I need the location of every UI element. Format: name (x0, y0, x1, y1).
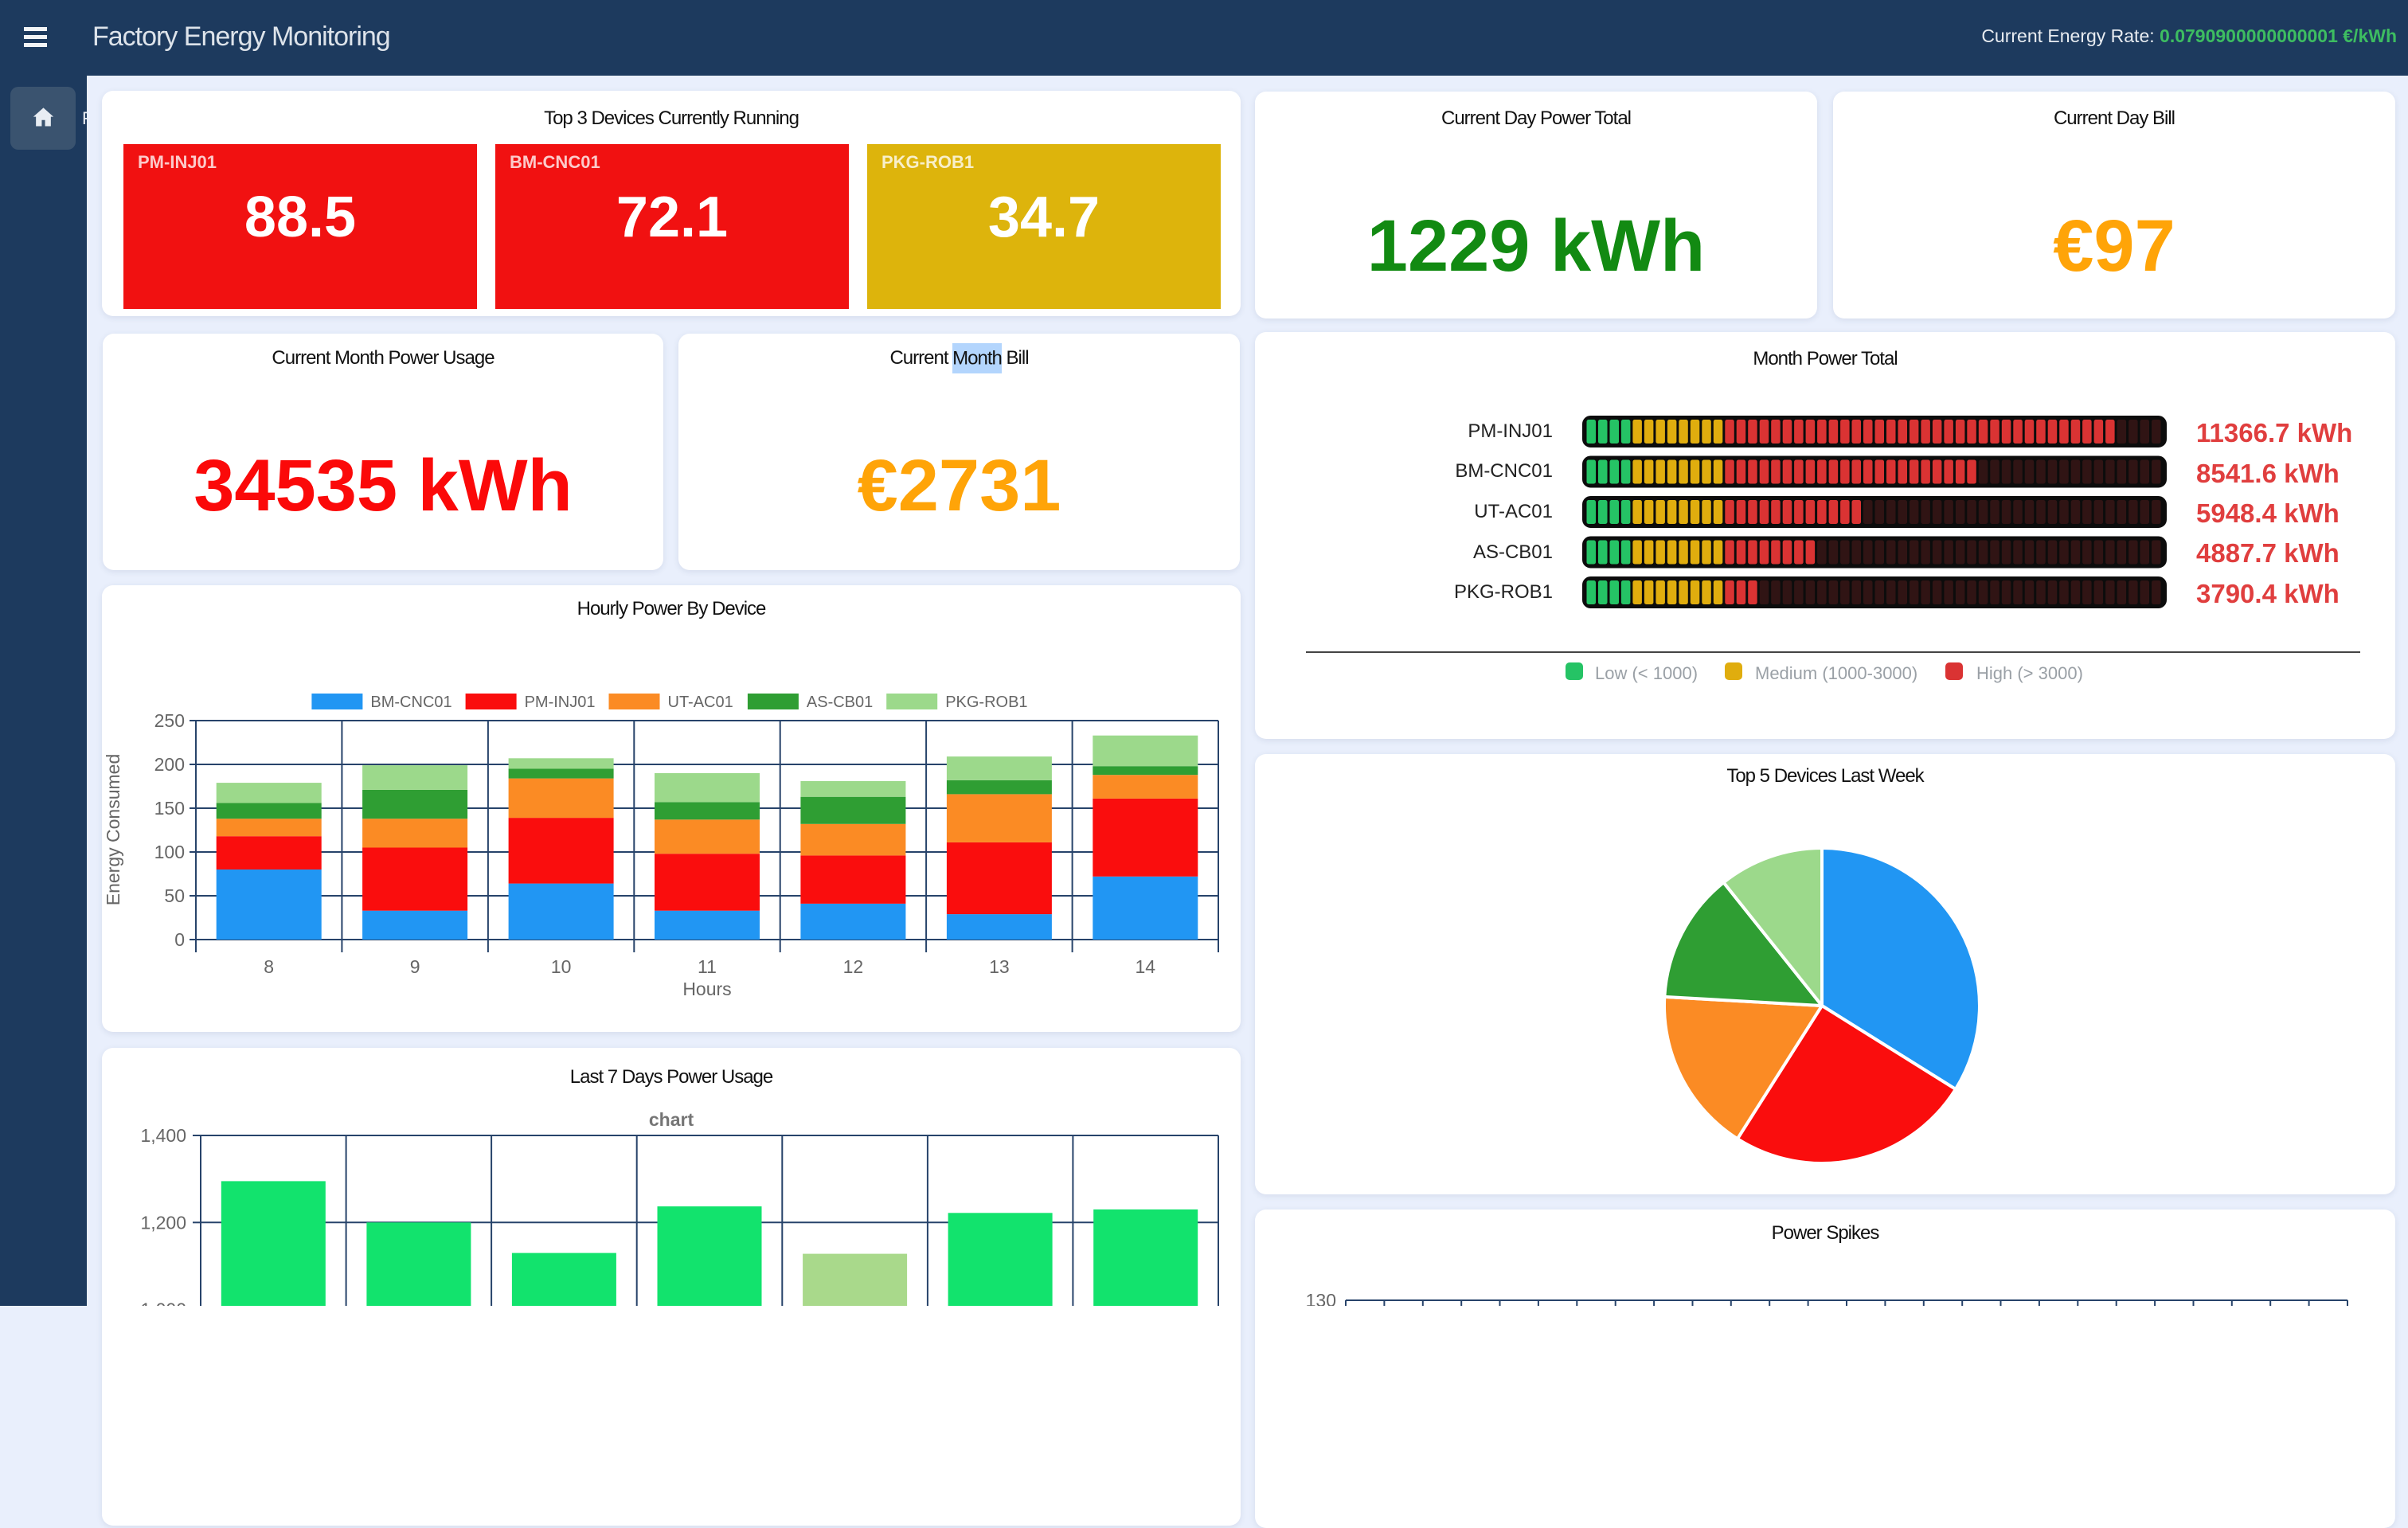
svg-text:13: 13 (989, 956, 1010, 977)
svg-text:BM-CNC01: BM-CNC01 (370, 694, 452, 711)
svg-text:50: 50 (164, 885, 185, 906)
svg-text:200: 200 (154, 754, 185, 775)
svg-text:AS-CB01: AS-CB01 (807, 694, 873, 711)
svg-text:PKG-ROB1: PKG-ROB1 (945, 694, 1027, 711)
svg-text:UT-AC01: UT-AC01 (668, 694, 733, 711)
svg-text:14: 14 (1136, 956, 1156, 977)
svg-text:100: 100 (154, 842, 185, 862)
svg-text:130: 130 (1306, 1290, 1336, 1306)
svg-text:Energy Consumed: Energy Consumed (103, 754, 123, 906)
svg-text:1,000: 1,000 (140, 1299, 186, 1306)
svg-text:250: 250 (154, 710, 185, 731)
svg-text:11: 11 (698, 956, 717, 977)
svg-text:12: 12 (843, 956, 864, 977)
svg-text:Hours: Hours (682, 979, 731, 999)
svg-text:PM-INJ01: PM-INJ01 (525, 694, 596, 711)
svg-text:8: 8 (264, 956, 274, 977)
svg-text:0: 0 (174, 929, 185, 950)
svg-text:9: 9 (410, 956, 420, 977)
svg-text:1,400: 1,400 (140, 1125, 186, 1146)
svg-text:10: 10 (551, 956, 572, 977)
svg-text:1,200: 1,200 (140, 1212, 186, 1233)
svg-text:150: 150 (154, 798, 185, 819)
